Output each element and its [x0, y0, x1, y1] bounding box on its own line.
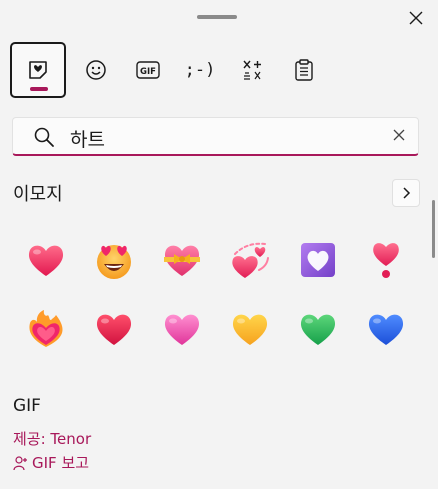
yellow-heart-icon: [232, 314, 268, 345]
tab-emoji-smiley[interactable]: [70, 44, 122, 96]
tab-emoji[interactable]: [10, 42, 66, 98]
close-icon: [409, 11, 423, 25]
heart-decoration-emoji[interactable]: [284, 226, 352, 294]
report-gif-label: GIF 보고: [32, 454, 90, 472]
kaomoji-tab-label: ;-): [184, 60, 216, 80]
heart-with-ribbon-icon: [164, 245, 200, 276]
tab-clipboard[interactable]: [278, 44, 330, 96]
gif-icon: GIF: [136, 61, 160, 79]
heart-eyes-face-icon: [97, 245, 131, 279]
revolving-hearts-emoji[interactable]: [216, 226, 284, 294]
blue-heart-emoji[interactable]: [352, 295, 420, 363]
search-box[interactable]: 하트: [12, 117, 419, 156]
heart-on-fire-icon: [29, 310, 63, 347]
yellow-heart-emoji[interactable]: [216, 295, 284, 363]
symbols-icon: [243, 60, 261, 80]
gif-tab-label: GIF: [140, 67, 156, 77]
report-gif-link[interactable]: GIF 보고: [13, 452, 89, 473]
red-heart-emoji[interactable]: [12, 226, 80, 294]
close-button[interactable]: [404, 6, 428, 30]
search-icon: [34, 127, 54, 147]
clipboard-icon: [295, 59, 313, 81]
emoji-grid: [12, 224, 420, 364]
category-tabs: GIF ;-): [10, 42, 330, 98]
revolving-hearts-icon: [232, 242, 269, 278]
tab-symbols[interactable]: [226, 44, 278, 96]
active-tab-indicator: [30, 87, 48, 91]
gif-provider-link[interactable]: 제공: Tenor: [13, 428, 91, 449]
emoji-section-title: 이모지: [13, 184, 63, 205]
chevron-right-icon: [403, 187, 411, 199]
clear-search-icon[interactable]: [392, 128, 406, 142]
red-heart-icon: [28, 245, 64, 276]
search-input[interactable]: 하트: [70, 125, 105, 152]
blue-heart-icon: [368, 314, 404, 345]
smiley-icon: [86, 60, 106, 80]
sticker-heart-icon: [29, 61, 47, 79]
heart-decoration-icon: [301, 243, 335, 277]
report-person-icon: [13, 455, 27, 470]
heart-eyes-face-emoji[interactable]: [80, 226, 148, 294]
green-heart-icon: [300, 314, 336, 345]
gif-section-title: GIF: [13, 396, 41, 416]
heart-on-fire-emoji[interactable]: [12, 295, 80, 363]
scrollbar[interactable]: [432, 200, 435, 258]
tab-kaomoji[interactable]: ;-): [174, 44, 226, 96]
drag-handle[interactable]: [197, 15, 237, 19]
heart-with-ribbon-emoji[interactable]: [148, 226, 216, 294]
heart-exclamation-icon: [373, 243, 399, 278]
tab-gif[interactable]: GIF: [122, 44, 174, 96]
see-more-emoji-button[interactable]: [392, 179, 420, 207]
green-heart-emoji[interactable]: [284, 295, 352, 363]
red-heart-2-emoji[interactable]: [80, 295, 148, 363]
pink-heart-emoji[interactable]: [148, 295, 216, 363]
heart-exclamation-emoji[interactable]: [352, 226, 420, 294]
pink-heart-icon: [164, 314, 200, 345]
red-heart-icon-2: [96, 314, 132, 345]
